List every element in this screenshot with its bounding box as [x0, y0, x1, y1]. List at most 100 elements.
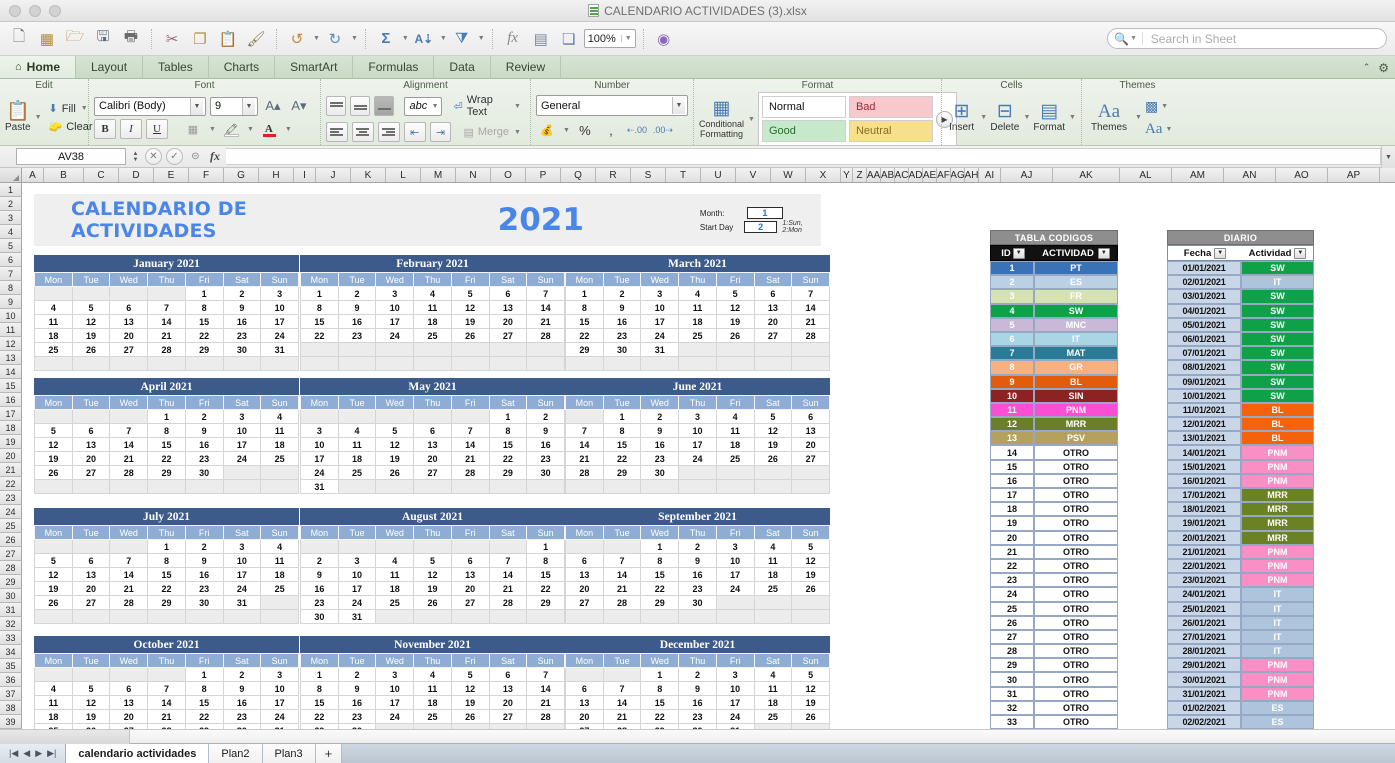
name-box-spinner[interactable]: ▲ ▼	[130, 151, 141, 163]
day-cell[interactable]: 9	[602, 300, 642, 315]
diario-fecha-cell[interactable]: 22/01/2021	[1167, 558, 1241, 574]
codigo-actividad-cell[interactable]: SW	[1034, 303, 1118, 318]
font-size-dropdown-icon[interactable]: ▼	[242, 97, 255, 115]
diario-fecha-cell[interactable]: 15/01/2021	[1167, 459, 1241, 474]
day-cell[interactable]: 7	[791, 286, 830, 301]
day-cell[interactable]: 23	[602, 328, 642, 343]
row-header-16[interactable]: 16	[0, 393, 22, 407]
day-cell[interactable]: 4	[753, 539, 793, 554]
empty-day-cell[interactable]	[71, 409, 111, 424]
empty-day-cell[interactable]	[34, 286, 73, 301]
day-cell[interactable]: 4	[413, 286, 452, 301]
day-cell[interactable]: 29	[488, 465, 528, 480]
diario-fecha-cell[interactable]: 13/01/2021	[1167, 431, 1241, 446]
table-row[interactable]: 11/01/2021 BL	[1167, 402, 1314, 418]
codigo-id-cell[interactable]: 29	[990, 658, 1034, 673]
empty-day-cell[interactable]	[715, 342, 755, 357]
empty-day-cell[interactable]	[34, 479, 73, 494]
table-row[interactable]: 07/01/2021 SW	[1167, 346, 1314, 361]
day-cell[interactable]: 3	[260, 286, 299, 301]
day-cell[interactable]: 12	[450, 300, 490, 315]
wrap-text-dropdown-icon[interactable]: ▼	[514, 103, 521, 110]
diario-actividad-cell[interactable]: PNM	[1241, 573, 1314, 588]
empty-day-cell[interactable]	[109, 409, 149, 424]
row-header-6[interactable]: 6	[0, 253, 22, 267]
day-cell[interactable]: 1	[602, 409, 642, 424]
day-cell[interactable]: 24	[375, 328, 415, 343]
empty-day-cell[interactable]	[565, 667, 604, 682]
underline-button[interactable]: U	[146, 119, 168, 139]
day-cell[interactable]: 23	[222, 328, 262, 343]
codigo-id-cell[interactable]: 3	[990, 289, 1034, 304]
codigo-actividad-cell[interactable]: SIN	[1034, 388, 1118, 403]
row-header-35[interactable]: 35	[0, 659, 22, 673]
percent-format-button[interactable]: %	[574, 120, 596, 140]
diario-actividad-cell[interactable]: MRR	[1241, 488, 1314, 503]
codigo-actividad-cell[interactable]: BL	[1034, 374, 1118, 389]
day-cell[interactable]: 31	[640, 342, 680, 357]
row-header-4[interactable]: 4	[0, 225, 22, 239]
day-cell[interactable]: 26	[34, 465, 73, 480]
row-header-33[interactable]: 33	[0, 631, 22, 645]
empty-day-cell[interactable]	[602, 609, 642, 624]
table-row[interactable]: 14/01/2021 PNM	[1167, 445, 1314, 460]
row-header-15[interactable]: 15	[0, 379, 22, 393]
empty-day-cell[interactable]	[450, 539, 490, 554]
row-header-18[interactable]: 18	[0, 421, 22, 435]
diario-actividad-cell[interactable]: SW	[1241, 261, 1314, 276]
day-cell[interactable]: 12	[413, 567, 452, 582]
day-cell[interactable]: 18	[753, 567, 793, 582]
diario-actividad-cell[interactable]: IT	[1241, 275, 1314, 290]
empty-day-cell[interactable]	[715, 595, 755, 610]
diario-actividad-cell[interactable]: SW	[1241, 346, 1314, 361]
day-cell[interactable]: 8	[565, 300, 604, 315]
row-header-1[interactable]: 1	[0, 183, 22, 197]
day-cell[interactable]: 28	[147, 342, 186, 357]
day-cell[interactable]: 26	[375, 465, 415, 480]
bold-button[interactable]: B	[94, 119, 116, 139]
empty-day-cell[interactable]	[375, 409, 415, 424]
day-cell[interactable]: 15	[526, 567, 565, 582]
orientation-select[interactable]: abc ▼	[404, 96, 442, 116]
table-row[interactable]: 16 OTRO	[990, 473, 1118, 488]
theme-fonts-dropdown-icon[interactable]: ▼	[1165, 126, 1172, 133]
day-cell[interactable]: 24	[715, 709, 755, 724]
codigo-actividad-cell[interactable]: OTRO	[1034, 530, 1118, 545]
table-row[interactable]: 21 OTRO	[990, 544, 1118, 559]
day-cell[interactable]: 16	[222, 314, 262, 329]
empty-day-cell[interactable]	[34, 409, 73, 424]
table-row[interactable]: 31 OTRO	[990, 686, 1118, 701]
table-row[interactable]: 1 PT	[990, 261, 1118, 276]
font-size-select[interactable]: 9 ▼	[210, 96, 258, 116]
row-header-21[interactable]: 21	[0, 463, 22, 477]
table-row[interactable]: 02/01/2021 IT	[1167, 275, 1314, 290]
day-cell[interactable]: 10	[222, 423, 262, 438]
diario-fecha-cell[interactable]: 29/01/2021	[1167, 658, 1241, 673]
row-header-30[interactable]: 30	[0, 589, 22, 603]
day-cell[interactable]: 16	[184, 437, 224, 452]
day-cell[interactable]: 27	[488, 709, 528, 724]
day-cell[interactable]: 5	[791, 539, 830, 554]
empty-day-cell[interactable]	[791, 465, 830, 480]
day-cell[interactable]: 10	[260, 300, 299, 315]
diario-actividad-cell[interactable]: ES	[1241, 715, 1314, 730]
day-cell[interactable]: 19	[791, 567, 830, 582]
day-cell[interactable]: 30	[222, 342, 262, 357]
empty-day-cell[interactable]	[184, 609, 224, 624]
day-cell[interactable]: 23	[300, 595, 339, 610]
empty-day-cell[interactable]	[753, 465, 793, 480]
day-cell[interactable]: 8	[147, 553, 186, 568]
print-icon[interactable]: 🖶	[118, 26, 144, 52]
day-cell[interactable]: 19	[450, 314, 490, 329]
day-cell[interactable]: 6	[450, 553, 490, 568]
diario-actividad-cell[interactable]: PNM	[1241, 544, 1314, 559]
day-cell[interactable]: 23	[184, 451, 224, 466]
empty-day-cell[interactable]	[678, 479, 717, 494]
day-cell[interactable]: 3	[300, 423, 339, 438]
codigo-id-cell[interactable]: 9	[990, 374, 1034, 389]
diario-actividad-cell[interactable]: SW	[1241, 331, 1314, 347]
zoom-dropdown-icon[interactable]: ▼	[620, 35, 632, 42]
day-cell[interactable]: 1	[565, 286, 604, 301]
save-icon[interactable]: 🖫	[90, 26, 116, 52]
prev-sheet-icon[interactable]: ◀	[23, 748, 30, 759]
